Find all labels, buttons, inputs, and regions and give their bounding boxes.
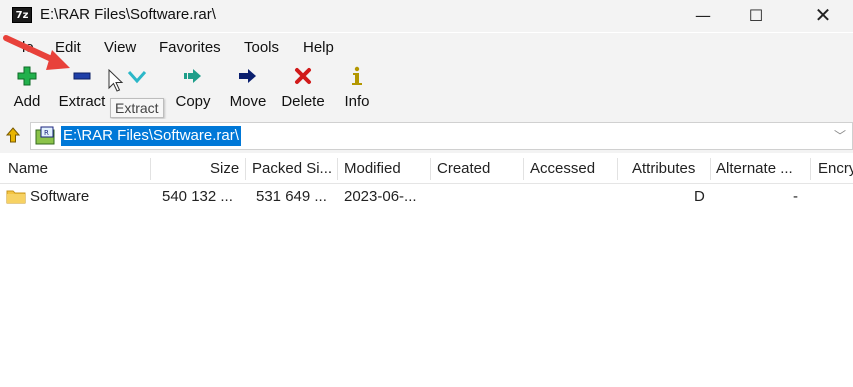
menu-bar: le Edit View Favorites Tools Help bbox=[0, 33, 853, 61]
path-input[interactable]: R E:\RAR Files\Software.rar\ ﹀ bbox=[30, 122, 853, 150]
column-packed-size[interactable]: Packed Si... bbox=[252, 160, 332, 177]
column-divider[interactable] bbox=[245, 158, 246, 180]
column-divider[interactable] bbox=[810, 158, 811, 180]
extract-button[interactable]: Extract bbox=[56, 61, 108, 117]
menu-help[interactable]: Help bbox=[303, 39, 334, 56]
column-divider[interactable] bbox=[150, 158, 151, 180]
cell-alternate: - bbox=[793, 188, 798, 205]
address-bar: R E:\RAR Files\Software.rar\ ﹀ bbox=[0, 119, 853, 153]
column-header-row: Name Size Packed Si... Modified Created … bbox=[0, 154, 853, 184]
minus-icon bbox=[71, 65, 93, 87]
path-text[interactable]: E:\RAR Files\Software.rar\ bbox=[61, 126, 241, 146]
cell-size: 540 132 ... bbox=[162, 188, 233, 205]
close-button[interactable]: ✕ bbox=[800, 0, 846, 30]
x-icon bbox=[292, 65, 314, 87]
column-divider[interactable] bbox=[430, 158, 431, 180]
folder-icon bbox=[6, 190, 26, 204]
cell-modified: 2023-06-... bbox=[344, 188, 417, 205]
window-title: E:\RAR Files\Software.rar\ bbox=[40, 6, 216, 23]
file-list: Name Size Packed Si... Modified Created … bbox=[0, 154, 853, 387]
column-encrypted[interactable]: Encry bbox=[818, 160, 853, 177]
double-arrow-right-icon bbox=[182, 65, 204, 87]
column-accessed[interactable]: Accessed bbox=[530, 160, 595, 177]
maximize-button[interactable]: ☐ bbox=[733, 0, 779, 30]
cell-name: Software bbox=[30, 188, 90, 205]
delete-button[interactable]: Delete bbox=[278, 61, 328, 117]
extract-tooltip: Extract bbox=[110, 98, 164, 118]
column-name[interactable]: Name bbox=[8, 160, 48, 177]
cell-packed-size: 531 649 ... bbox=[256, 188, 327, 205]
svg-text:R: R bbox=[44, 129, 49, 137]
chevron-down-icon[interactable]: ﹀ bbox=[834, 127, 846, 144]
extract-label: Extract bbox=[58, 93, 106, 110]
column-divider[interactable] bbox=[617, 158, 618, 180]
app-logo-icon: 7z bbox=[12, 7, 32, 23]
up-folder-icon[interactable] bbox=[6, 127, 20, 143]
add-label: Add bbox=[13, 93, 41, 110]
column-divider[interactable] bbox=[710, 158, 711, 180]
column-attributes[interactable]: Attributes bbox=[632, 160, 695, 177]
column-size[interactable]: Size bbox=[210, 160, 239, 177]
column-divider[interactable] bbox=[337, 158, 338, 180]
menu-view[interactable]: View bbox=[104, 39, 136, 56]
table-row[interactable]: Software 540 132 ... 531 649 ... 2023-06… bbox=[0, 185, 853, 209]
menu-file[interactable]: le bbox=[22, 39, 34, 56]
column-divider[interactable] bbox=[523, 158, 524, 180]
copy-label: Copy bbox=[175, 93, 211, 110]
column-alternate[interactable]: Alternate ... bbox=[716, 160, 793, 177]
plus-icon bbox=[16, 65, 38, 87]
info-button[interactable]: Info bbox=[340, 61, 374, 117]
archive-icon: R bbox=[35, 126, 55, 145]
minimize-button[interactable]: — bbox=[680, 0, 726, 30]
menu-favorites[interactable]: Favorites bbox=[159, 39, 221, 56]
menu-tools[interactable]: Tools bbox=[244, 39, 279, 56]
arrow-right-icon bbox=[237, 65, 259, 87]
mouse-cursor-icon bbox=[108, 69, 124, 92]
info-icon bbox=[346, 65, 368, 87]
cell-attributes: D bbox=[694, 188, 705, 205]
checkmark-icon bbox=[126, 65, 148, 87]
move-label: Move bbox=[229, 93, 267, 110]
info-label: Info bbox=[344, 93, 370, 110]
menu-edit[interactable]: Edit bbox=[55, 39, 81, 56]
column-modified[interactable]: Modified bbox=[344, 160, 401, 177]
title-bar: 7z E:\RAR Files\Software.rar\ — ☐ ✕ bbox=[0, 0, 853, 32]
delete-label: Delete bbox=[281, 93, 325, 110]
copy-button[interactable]: Copy bbox=[172, 61, 214, 117]
column-created[interactable]: Created bbox=[437, 160, 490, 177]
add-button[interactable]: Add bbox=[6, 61, 48, 117]
move-button[interactable]: Move bbox=[225, 61, 271, 117]
